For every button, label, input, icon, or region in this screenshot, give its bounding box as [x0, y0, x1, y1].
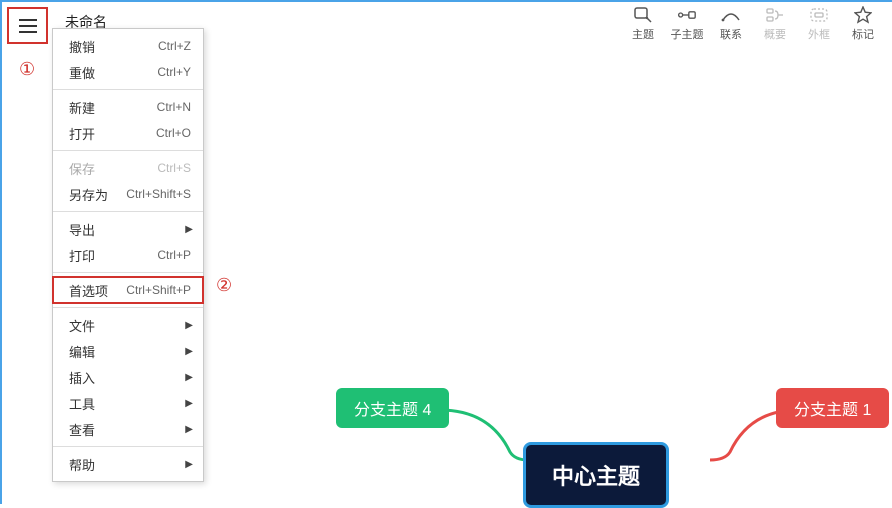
menu-separator [53, 211, 203, 212]
menu-label: 查看 [69, 420, 95, 439]
menu-shortcut: Ctrl+P [157, 248, 191, 262]
branch-node-4[interactable]: 分支主题 4 [336, 388, 449, 428]
main-menu-button[interactable] [7, 7, 48, 44]
menu-shortcut: Ctrl+Z [158, 39, 191, 53]
center-node[interactable]: 中心主题 [523, 442, 669, 508]
menu-label: 文件 [69, 316, 95, 335]
menu-label: 保存 [69, 159, 95, 178]
summary-icon [765, 6, 785, 24]
menu-label: 撤销 [69, 37, 95, 56]
menu-item-print[interactable]: 打印 Ctrl+P [53, 242, 203, 268]
menu-item-insert[interactable]: 插入 ▶ [53, 364, 203, 390]
toolbar-marker-button[interactable]: 标记 [842, 4, 884, 44]
submenu-arrow-icon: ▶ [185, 224, 193, 235]
toolbar-label: 标记 [852, 26, 874, 42]
annotation-2: ② [216, 275, 232, 296]
subtopic-icon [677, 6, 697, 24]
toolbar-label: 概要 [764, 26, 786, 42]
menu-item-undo[interactable]: 撤销 Ctrl+Z [53, 33, 203, 59]
menu-label: 首选项 [69, 281, 108, 300]
topic-icon [633, 6, 653, 24]
submenu-arrow-icon: ▶ [185, 372, 193, 383]
menu-separator [53, 307, 203, 308]
menu-label: 重做 [69, 63, 95, 82]
hamburger-icon [19, 19, 37, 33]
menu-label: 新建 [69, 98, 95, 117]
toolbar-boundary-button[interactable]: 外框 [798, 4, 840, 44]
submenu-arrow-icon: ▶ [185, 320, 193, 331]
menu-shortcut: Ctrl+O [156, 126, 191, 140]
menu-item-save[interactable]: 保存 Ctrl+S [53, 155, 203, 181]
submenu-arrow-icon: ▶ [185, 459, 193, 470]
menu-label: 编辑 [69, 342, 95, 361]
menu-item-tools[interactable]: 工具 ▶ [53, 390, 203, 416]
toolbar-subtopic-button[interactable]: 子主题 [666, 4, 708, 44]
menu-separator [53, 89, 203, 90]
menu-item-preferences[interactable]: 首选项 Ctrl+Shift+P [53, 277, 203, 303]
annotation-1: ① [19, 59, 35, 80]
menu-separator [53, 272, 203, 273]
menu-item-redo[interactable]: 重做 Ctrl+Y [53, 59, 203, 85]
menu-label: 帮助 [69, 455, 95, 474]
menu-label: 打开 [69, 124, 95, 143]
menu-shortcut: Ctrl+S [157, 161, 191, 175]
menu-shortcut: Ctrl+Y [157, 65, 191, 79]
menu-item-file[interactable]: 文件 ▶ [53, 312, 203, 338]
toolbar: 主题 子主题 联系 概要 外框 标记 [622, 4, 884, 44]
node-label: 分支主题 4 [354, 402, 431, 419]
menu-separator [53, 150, 203, 151]
submenu-arrow-icon: ▶ [185, 346, 193, 357]
main-menu-dropdown: 撤销 Ctrl+Z 重做 Ctrl+Y 新建 Ctrl+N 打开 Ctrl+O … [52, 28, 204, 482]
submenu-arrow-icon: ▶ [185, 398, 193, 409]
menu-label: 打印 [69, 246, 95, 265]
star-icon [853, 6, 873, 24]
toolbar-label: 联系 [720, 26, 742, 42]
submenu-arrow-icon: ▶ [185, 424, 193, 435]
menu-separator [53, 446, 203, 447]
toolbar-label: 子主题 [671, 26, 704, 42]
node-label: 分支主题 1 [794, 402, 871, 419]
menu-shortcut: Ctrl+Shift+S [126, 187, 191, 201]
toolbar-topic-button[interactable]: 主题 [622, 4, 664, 44]
toolbar-relation-button[interactable]: 联系 [710, 4, 752, 44]
window-top-border [0, 0, 892, 2]
menu-item-open[interactable]: 打开 Ctrl+O [53, 120, 203, 146]
window-left-border [0, 0, 2, 504]
node-label: 中心主题 [552, 464, 640, 489]
branch-node-1[interactable]: 分支主题 1 [776, 388, 889, 428]
menu-item-export[interactable]: 导出 ▶ [53, 216, 203, 242]
menu-label: 导出 [69, 220, 95, 239]
relation-icon [721, 6, 741, 24]
toolbar-label: 主题 [632, 26, 654, 42]
menu-item-view[interactable]: 查看 ▶ [53, 416, 203, 442]
menu-shortcut: Ctrl+N [157, 100, 191, 114]
menu-item-edit[interactable]: 编辑 ▶ [53, 338, 203, 364]
menu-item-saveas[interactable]: 另存为 Ctrl+Shift+S [53, 181, 203, 207]
menu-item-help[interactable]: 帮助 ▶ [53, 451, 203, 477]
menu-item-new[interactable]: 新建 Ctrl+N [53, 94, 203, 120]
menu-label: 另存为 [69, 185, 108, 204]
toolbar-label: 外框 [808, 26, 830, 42]
menu-label: 插入 [69, 368, 95, 387]
menu-shortcut: Ctrl+Shift+P [126, 283, 191, 297]
boundary-icon [809, 6, 829, 24]
menu-label: 工具 [69, 394, 95, 413]
toolbar-summary-button[interactable]: 概要 [754, 4, 796, 44]
